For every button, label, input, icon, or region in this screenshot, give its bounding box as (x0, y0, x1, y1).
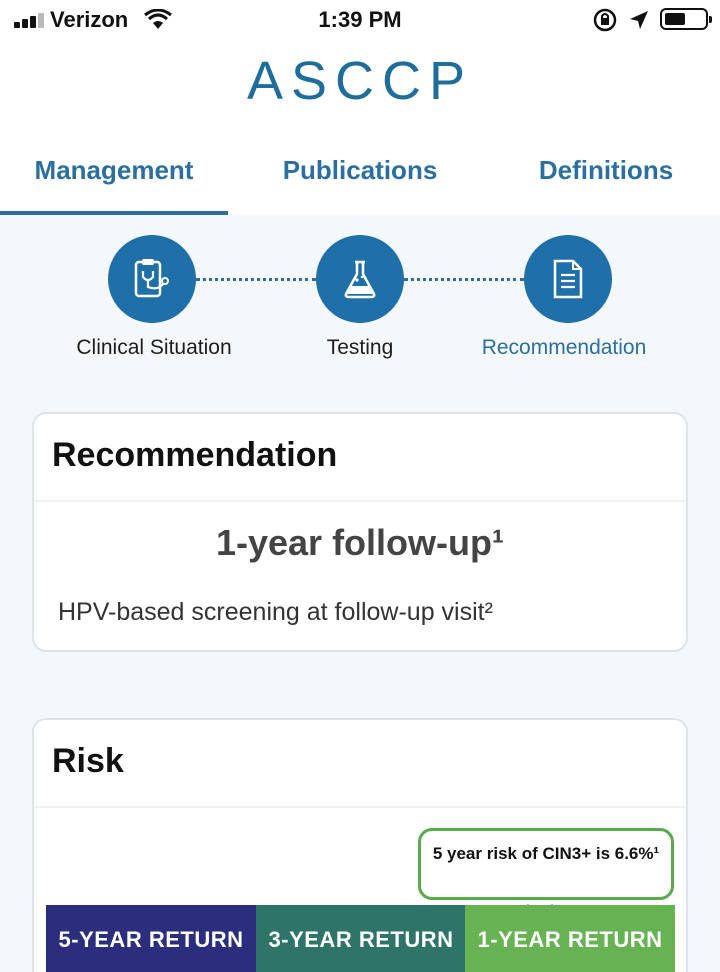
location-arrow-icon (630, 11, 648, 29)
active-tab-indicator (0, 211, 228, 215)
main-tabs: Management Publications Definitions (0, 140, 720, 215)
risk-title: Risk (52, 742, 124, 780)
recommendation-title: Recommendation (52, 436, 338, 474)
divider (34, 806, 686, 808)
tab-management[interactable]: Management (0, 140, 228, 215)
risk-callout: 5 year risk of CIN3+ is 6.6%¹ (418, 828, 674, 900)
step-label-recommendation[interactable]: Recommendation (444, 336, 684, 360)
tab-definitions[interactable]: Definitions (492, 140, 720, 215)
document-icon (553, 259, 583, 299)
return-bar-5-year: 5-YEAR RETURN (46, 905, 256, 972)
step-connector (196, 278, 316, 281)
divider (34, 500, 686, 502)
step-connector (404, 278, 524, 281)
rotation-lock-icon (593, 8, 617, 32)
recommendation-headline: 1-year follow-up¹ (215, 522, 505, 563)
step-label-clinical-situation[interactable]: Clinical Situation (34, 336, 274, 360)
flask-icon (344, 260, 376, 299)
battery-icon (660, 8, 712, 30)
tab-publications[interactable]: Publications (246, 140, 474, 215)
recommendation-card: Recommendation 1-year follow-up¹ HPV-bas… (32, 412, 688, 652)
recommendation-detail: HPV-based screening at follow-up visit² (58, 598, 493, 626)
status-bar: Verizon 1:39 PM (0, 0, 720, 40)
ascp-logo: ASCCP (246, 51, 474, 111)
step-recommendation[interactable] (524, 235, 612, 323)
workflow-stepper: Clinical Situation Testing Recommendatio… (0, 230, 720, 370)
step-clinical-situation[interactable] (108, 235, 196, 323)
app-header: Verizon 1:39 PM ASCCP Management Publica… (0, 0, 720, 215)
step-testing[interactable] (316, 235, 404, 323)
clipboard-stethoscope-icon (134, 259, 169, 298)
risk-card: Risk 5 year risk of CIN3+ is 6.6%¹ 5-YEA… (32, 718, 688, 972)
return-bar-3-year: 3-YEAR RETURN (256, 905, 466, 972)
return-bar-1-year: 1-YEAR RETURN (465, 905, 675, 972)
